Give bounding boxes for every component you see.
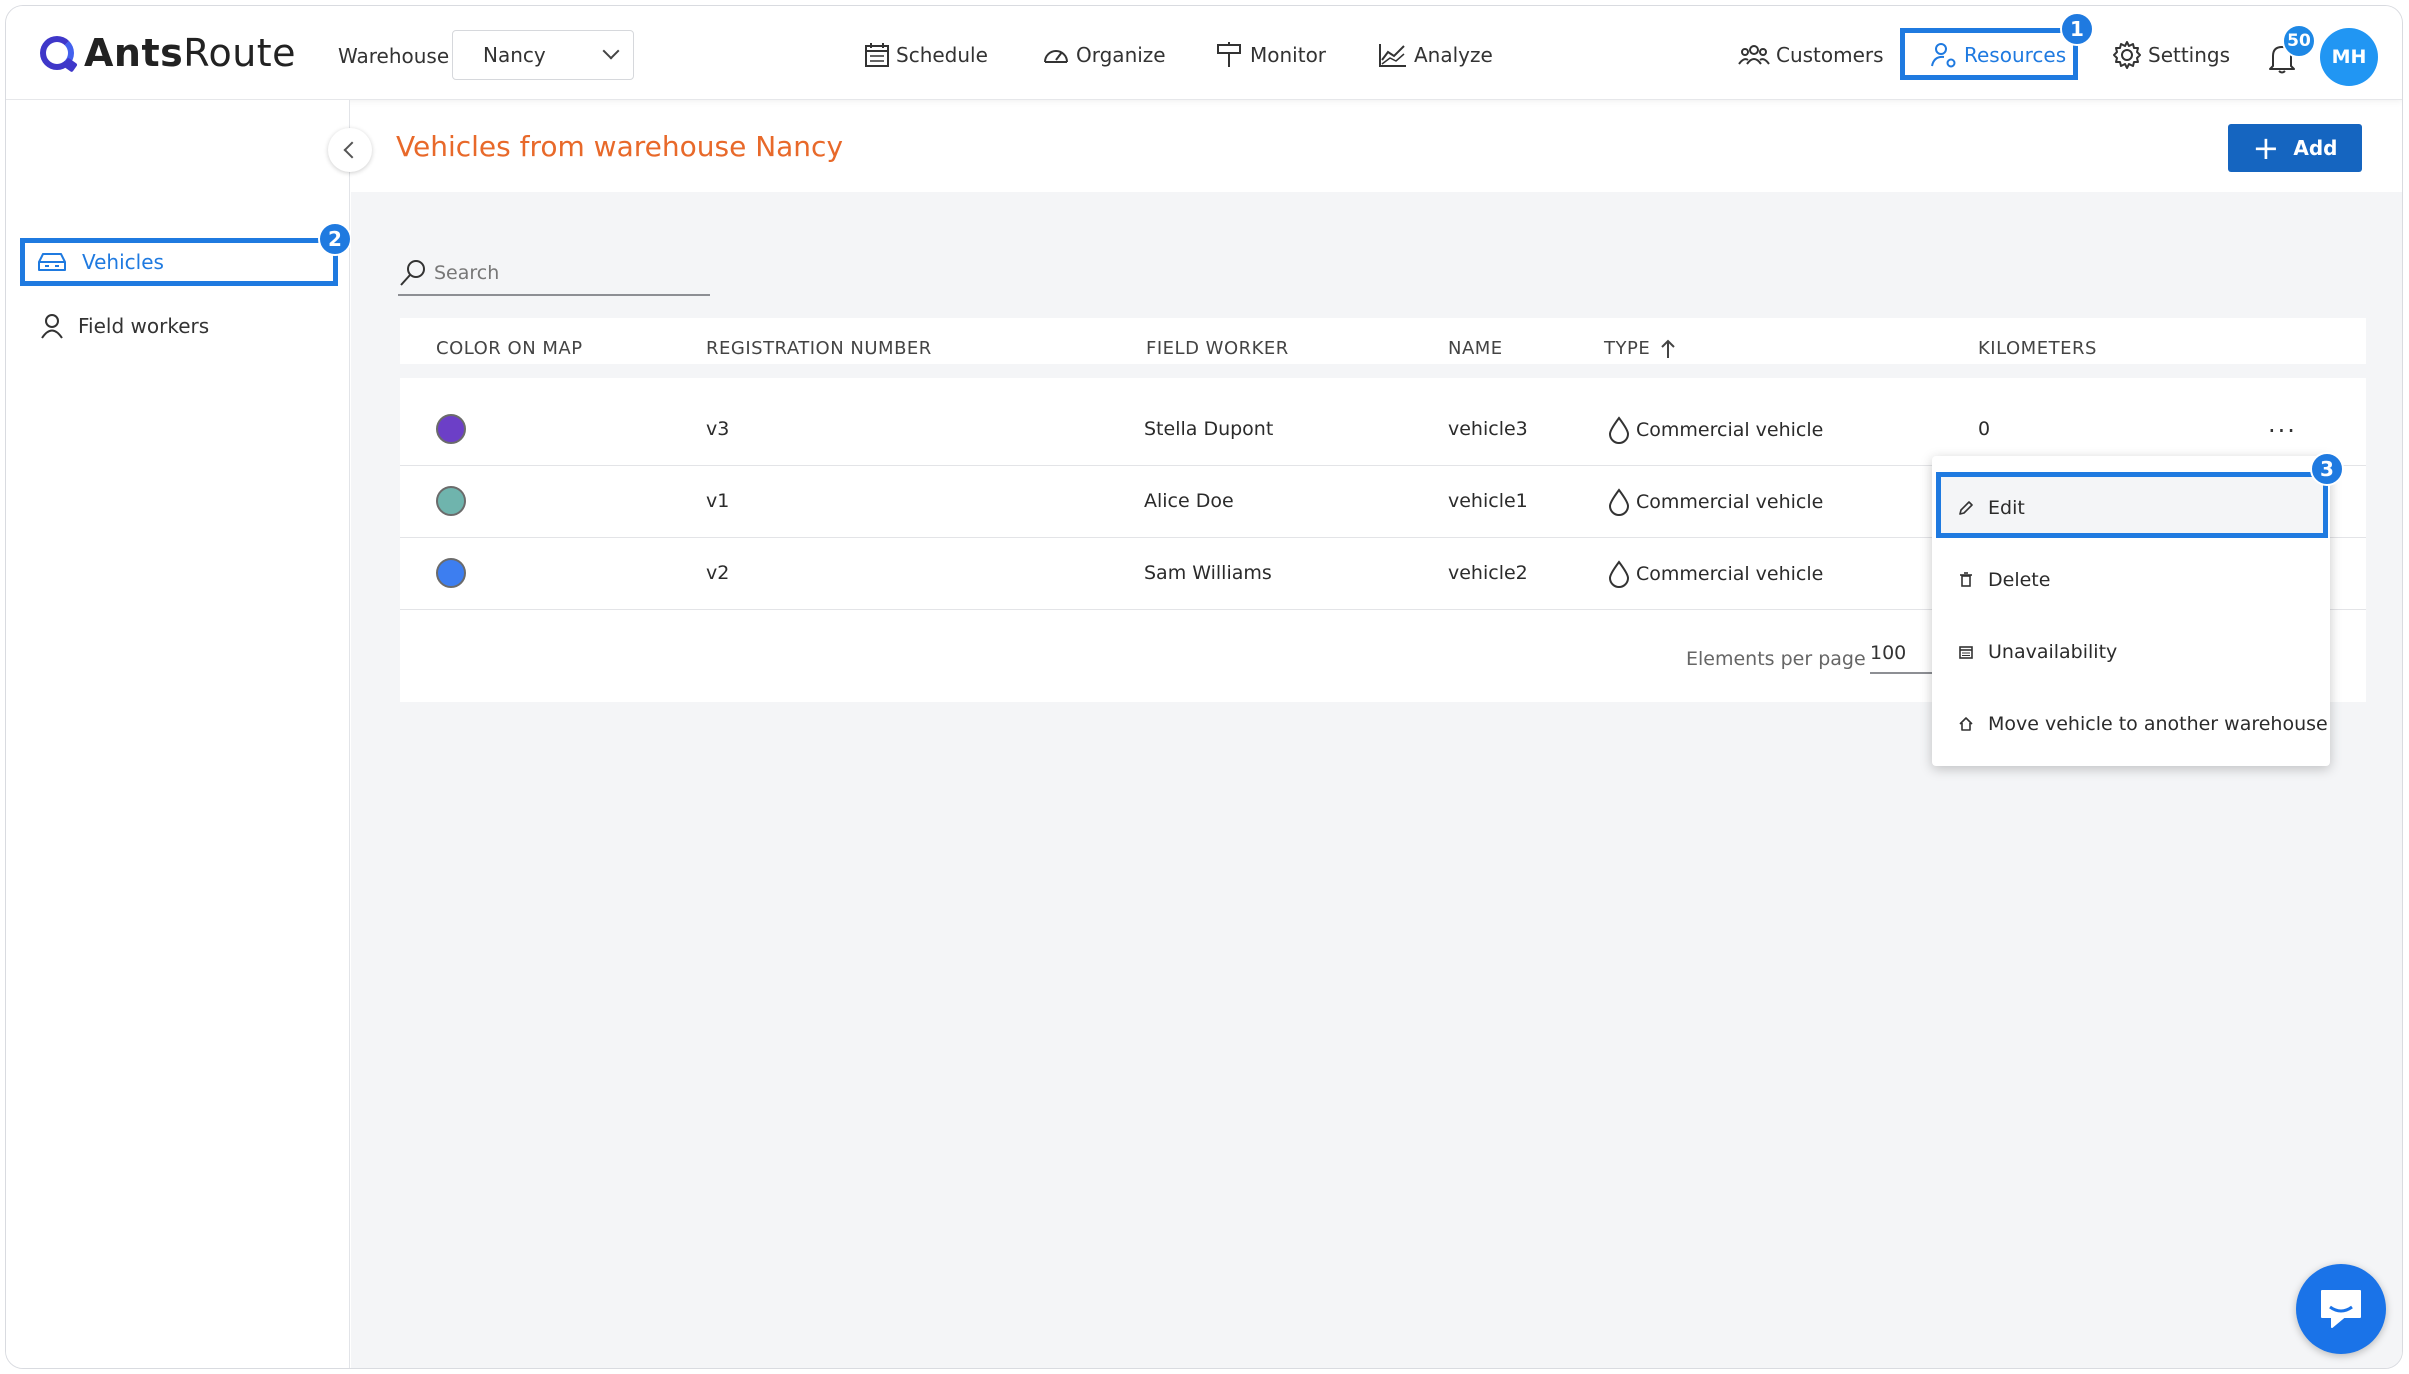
table-header: COLOR ON MAP REGISTRATION NUMBER FIELD W…: [400, 318, 2366, 378]
menu-item-edit[interactable]: Edit: [1932, 472, 2330, 544]
menu-item-delete-label: Delete: [1988, 569, 2051, 591]
color-swatch: [436, 414, 466, 444]
nav-customers-label: Customers: [1776, 43, 1884, 67]
sidebar-item-field-workers[interactable]: Field workers: [40, 308, 209, 344]
plus-icon: +: [2252, 129, 2280, 167]
warehouse-label: Warehouse: [338, 44, 450, 68]
nav-schedule-label: Schedule: [896, 43, 988, 67]
step-badge-1: 1: [2060, 12, 2094, 46]
calendar-icon: [1959, 646, 1973, 659]
search-icon: [400, 260, 425, 286]
nav-customers[interactable]: Customers: [1738, 38, 1884, 72]
nav-analyze[interactable]: Analyze: [1378, 38, 1493, 72]
cell-type: Commercial vehicle: [1608, 416, 1823, 444]
warehouse-select[interactable]: Nancy: [452, 30, 634, 80]
step-badge-2: 2: [318, 222, 352, 256]
menu-item-delete[interactable]: Delete: [1932, 544, 2330, 616]
column-name[interactable]: NAME: [1448, 338, 1503, 359]
customers-icon: [1738, 45, 1770, 65]
chevron-left-icon: [343, 141, 361, 159]
nav-monitor[interactable]: Monitor: [1216, 38, 1326, 72]
nav-organize[interactable]: Organize: [1042, 38, 1166, 72]
page-title: Vehicles from warehouse Nancy: [396, 130, 844, 163]
add-button[interactable]: + Add: [2228, 124, 2362, 172]
trash-icon: [1960, 572, 1972, 587]
nav-schedule[interactable]: Schedule: [864, 38, 988, 72]
cell-type-label: Commercial vehicle: [1636, 419, 1824, 441]
arrow-up-icon: [1661, 339, 1675, 358]
pager-label: Elements per page: [1686, 648, 1866, 670]
cell-type-label: Commercial vehicle: [1636, 563, 1824, 585]
color-swatch: [436, 486, 466, 516]
signpost-icon: [1217, 42, 1241, 67]
row-actions-menu: Edit Delete Unavailability Move vehicle …: [1932, 456, 2330, 766]
drop-icon: [1608, 416, 1630, 444]
cell-kilometers: 0: [1978, 418, 1991, 440]
home-icon: [1959, 717, 1973, 731]
sidebar-collapse-button[interactable]: [328, 128, 372, 172]
person-icon: [41, 314, 63, 339]
menu-item-move-warehouse[interactable]: Move vehicle to another warehouse: [1932, 688, 2330, 760]
search-input[interactable]: Search: [398, 252, 710, 296]
warehouse-select-value: Nancy: [483, 43, 546, 67]
nav-monitor-label: Monitor: [1250, 43, 1327, 67]
pencil-icon: [1959, 501, 1973, 515]
cell-field-worker: Alice Doe: [1144, 490, 1234, 512]
drop-icon: [1608, 560, 1630, 588]
cell-registration: v2: [706, 562, 730, 584]
column-registration-number[interactable]: REGISTRATION NUMBER: [706, 338, 932, 359]
notification-count-badge: 50: [2282, 24, 2316, 58]
drop-icon: [1608, 488, 1630, 516]
cell-field-worker: Sam Williams: [1144, 562, 1272, 584]
logo-icon: [40, 36, 74, 70]
step-badge-3: 3: [2310, 452, 2344, 486]
column-kilometers[interactable]: KILOMETERS: [1978, 338, 2097, 359]
cell-type: Commercial vehicle: [1608, 560, 1823, 588]
cell-field-worker: Stella Dupont: [1144, 418, 1274, 440]
row-more-button[interactable]: ...: [2268, 410, 2297, 438]
top-bar: AntsRoute Warehouse Nancy Schedule Organ…: [6, 6, 2402, 100]
add-button-label: Add: [2293, 136, 2338, 160]
column-type-label: TYPE: [1604, 338, 1651, 359]
nav-analyze-label: Analyze: [1414, 43, 1493, 67]
nav-settings[interactable]: Settings: [2112, 38, 2230, 72]
cell-type-label: Commercial vehicle: [1636, 491, 1824, 513]
column-field-worker[interactable]: FIELD WORKER: [1146, 338, 1289, 359]
cell-registration: v3: [706, 418, 730, 440]
nav-organize-label: Organize: [1076, 43, 1166, 67]
menu-item-unavailability-label: Unavailability: [1988, 641, 2118, 663]
logo-text-light: Route: [183, 31, 297, 75]
chat-icon: [2321, 1290, 2361, 1328]
column-type[interactable]: TYPE: [1604, 338, 1676, 359]
sidebar: [6, 100, 350, 1368]
column-color-on-map[interactable]: COLOR ON MAP: [436, 338, 583, 359]
menu-item-unavailability[interactable]: Unavailability: [1932, 616, 2330, 688]
cell-type: Commercial vehicle: [1608, 488, 1823, 516]
app-frame: AntsRoute Warehouse Nancy Schedule Organ…: [5, 5, 2403, 1369]
cell-name: vehicle3: [1448, 418, 1528, 440]
sidebar-item-field-workers-label: Field workers: [78, 314, 210, 338]
logo[interactable]: AntsRoute: [40, 30, 296, 76]
menu-item-edit-label: Edit: [1988, 497, 2025, 519]
chart-icon: [1379, 44, 1406, 67]
gear-icon: [2113, 41, 2141, 69]
color-swatch: [436, 558, 466, 588]
avatar[interactable]: MH: [2320, 28, 2378, 86]
search-placeholder: Search: [434, 262, 500, 284]
gauge-icon: [1044, 50, 1068, 63]
nav-settings-label: Settings: [2148, 43, 2231, 67]
elements-per-page-select[interactable]: 100: [1870, 642, 1940, 674]
chevron-down-icon: [602, 42, 620, 60]
cell-name: vehicle2: [1448, 562, 1528, 584]
resources-highlight: [1900, 28, 2078, 80]
chat-launcher-button[interactable]: [2296, 1264, 2386, 1354]
calendar-icon: [865, 43, 889, 67]
logo-text-bold: Ants: [84, 31, 184, 75]
menu-item-move-warehouse-label: Move vehicle to another warehouse: [1988, 713, 2328, 735]
cell-registration: v1: [706, 490, 730, 512]
cell-name: vehicle1: [1448, 490, 1528, 512]
vehicles-highlight: [20, 238, 338, 286]
